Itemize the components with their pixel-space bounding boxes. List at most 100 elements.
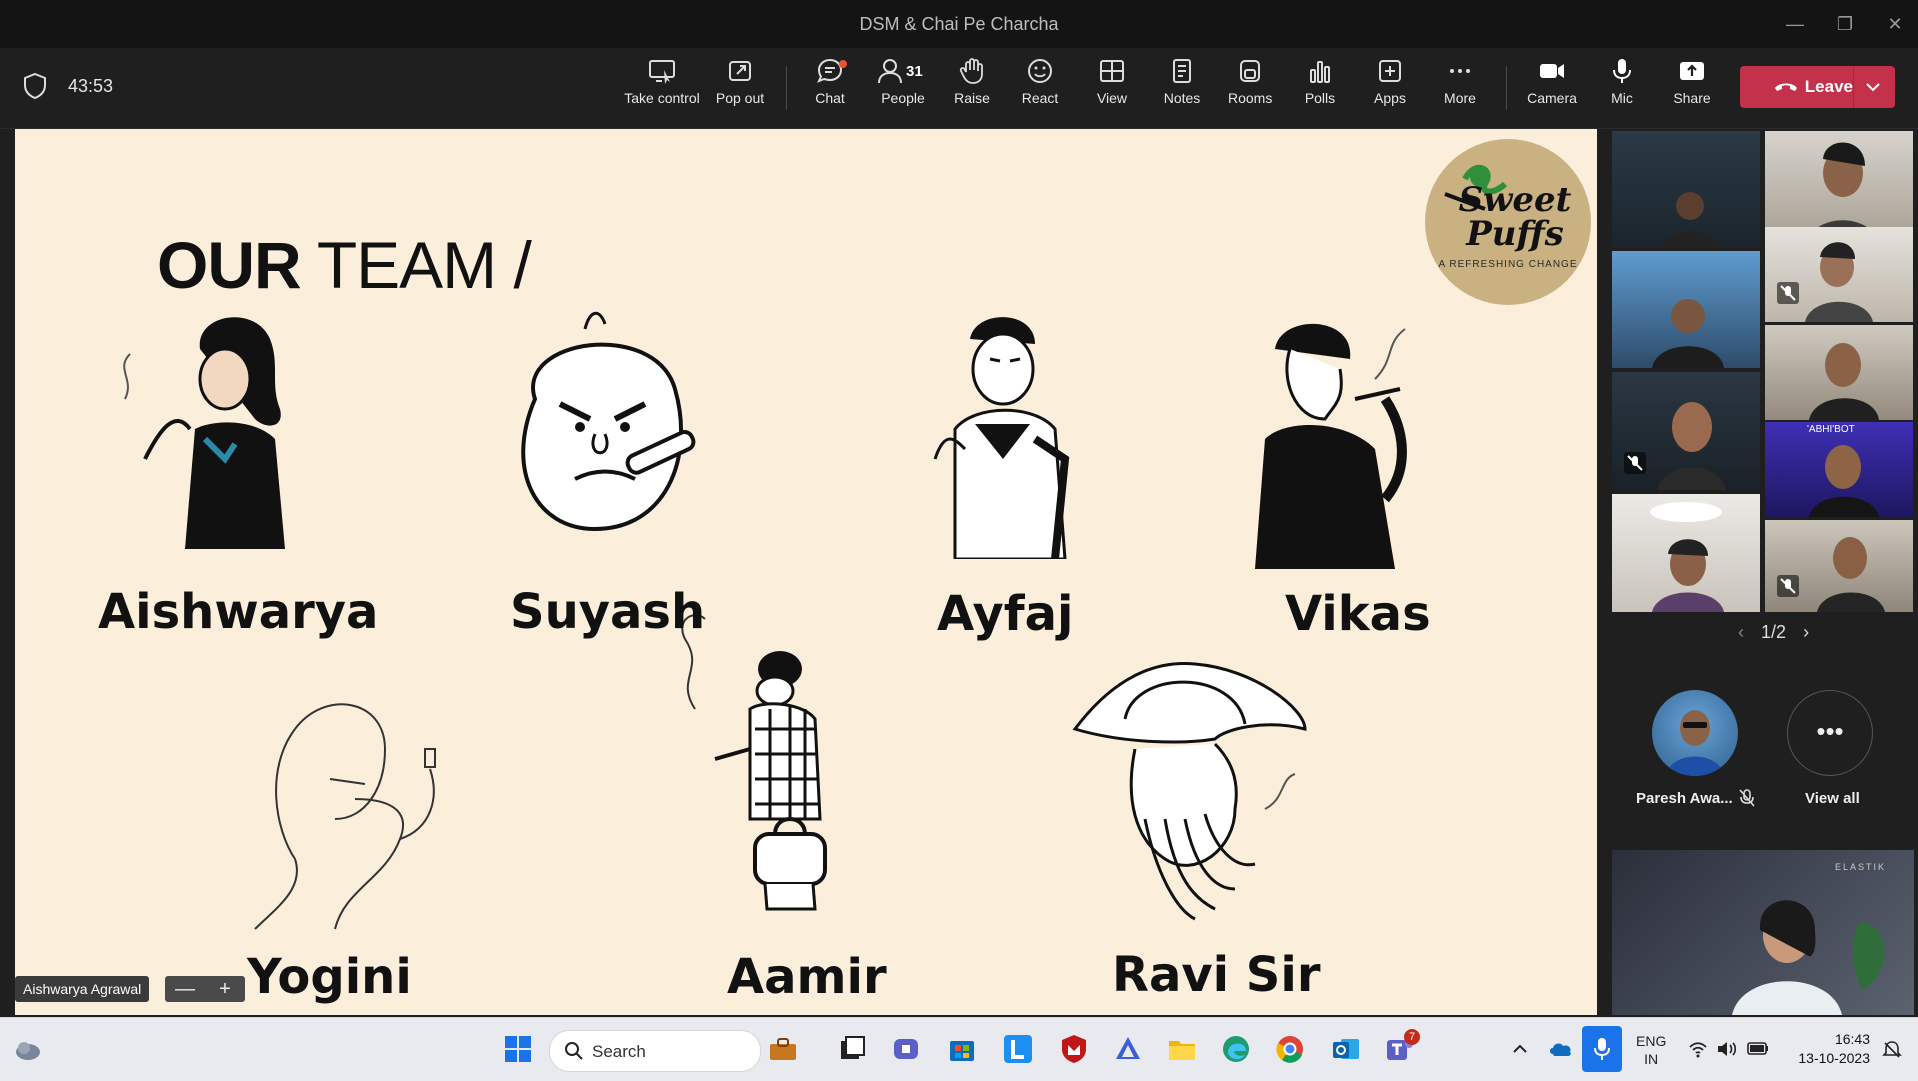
- mic-label: Mic: [1611, 90, 1633, 106]
- weather-icon[interactable]: [14, 1038, 42, 1062]
- polls-icon: [1310, 61, 1330, 83]
- next-page-chevron-icon[interactable]: ›: [1803, 622, 1809, 642]
- teams-app-icon[interactable]: 7: [1384, 1029, 1420, 1069]
- mic-off-icon: [1624, 452, 1646, 474]
- take-control-button[interactable]: Take control: [622, 56, 702, 122]
- gallery-page-indicator: 1/2: [1761, 622, 1787, 642]
- active-mic-indicator[interactable]: [1582, 1026, 1622, 1072]
- self-view-video[interactable]: ELASTIK: [1612, 850, 1914, 1015]
- edge-browser-icon[interactable]: [1220, 1033, 1252, 1065]
- react-label: React: [1021, 90, 1059, 106]
- camera-button[interactable]: Camera: [1526, 56, 1578, 122]
- more-dots-icon: [1450, 69, 1470, 73]
- outlook-icon[interactable]: [1330, 1033, 1362, 1065]
- smiley-icon: [1028, 59, 1052, 83]
- logo-tagline: A REFRESHING CHANGE: [1438, 259, 1578, 270]
- share-button[interactable]: Share: [1670, 56, 1714, 122]
- participant-video-tile[interactable]: 'ABHI'BOT: [1765, 422, 1913, 517]
- participant-silhouette: [1809, 445, 1879, 517]
- people-button[interactable]: 31 People: [874, 56, 932, 122]
- leave-button[interactable]: Leave: [1740, 66, 1895, 108]
- task-view-icon[interactable]: [836, 1033, 868, 1065]
- participant-video-tile[interactable]: [1612, 131, 1760, 248]
- notes-button[interactable]: Notes: [1160, 56, 1204, 122]
- mcafee-shield-icon[interactable]: [1058, 1033, 1090, 1065]
- apps-button[interactable]: Apps: [1368, 56, 1412, 122]
- view-button[interactable]: View: [1090, 56, 1134, 122]
- polls-button[interactable]: Polls: [1298, 56, 1342, 122]
- pop-out-label: Pop out: [715, 90, 765, 106]
- wifi-icon[interactable]: [1688, 1040, 1708, 1058]
- meeting-timer: 43:53: [68, 76, 114, 96]
- notes-icon: [1173, 59, 1191, 83]
- view-all-button[interactable]: •••: [1787, 690, 1873, 776]
- chevron-up-icon[interactable]: [1512, 1042, 1528, 1056]
- window-title: DSM & Chai Pe Charcha: [859, 14, 1059, 34]
- team-member-name: Aishwarya: [98, 584, 379, 640]
- rooms-button[interactable]: Rooms: [1228, 56, 1272, 122]
- search-placeholder: Search: [592, 1042, 646, 1061]
- participant-video-tile[interactable]: [1765, 325, 1913, 420]
- triangle-app-icon[interactable]: [1112, 1033, 1144, 1065]
- chevron-down-icon[interactable]: [1864, 78, 1882, 96]
- avatar-silhouette: [1666, 710, 1724, 776]
- teams-meet-icon[interactable]: [890, 1033, 922, 1065]
- camera-label: Camera: [1527, 90, 1577, 106]
- pop-out-button[interactable]: Pop out: [712, 56, 768, 122]
- featured-participant-name: Paresh Awa...: [1636, 790, 1733, 807]
- shared-screen: OUR TEAM / Sweet Puffs A REFRESHING CHAN…: [15, 129, 1597, 1015]
- participant-video-tile[interactable]: [1612, 251, 1760, 368]
- shield-icon[interactable]: [22, 72, 48, 100]
- l-app-icon[interactable]: [1002, 1033, 1034, 1065]
- more-button[interactable]: More: [1438, 56, 1482, 122]
- microphone-icon: [1594, 1038, 1610, 1060]
- featured-participant-avatar[interactable]: [1652, 690, 1738, 776]
- zoom-control: — +: [165, 976, 245, 1002]
- restore-button[interactable]: ❐: [1825, 10, 1865, 38]
- participant-silhouette: [1652, 299, 1724, 368]
- polls-label: Polls: [1304, 90, 1336, 106]
- leave-main[interactable]: Leave: [1740, 66, 1853, 108]
- language-indicator[interactable]: ENG IN: [1636, 1032, 1666, 1068]
- previous-page-chevron-icon[interactable]: ‹: [1738, 622, 1744, 642]
- close-button[interactable]: ✕: [1875, 10, 1915, 38]
- react-button[interactable]: React: [1018, 56, 1062, 122]
- notification-bell-icon[interactable]: [1882, 1040, 1902, 1060]
- take-control-label: Take control: [624, 90, 700, 106]
- mic-button[interactable]: Mic: [1602, 56, 1642, 122]
- store-icon[interactable]: [946, 1033, 978, 1065]
- slide-title: OUR TEAM /: [157, 227, 532, 303]
- team-member-name: Ravi Sir: [1112, 947, 1321, 1003]
- woman-smoking-illustration: [123, 317, 285, 549]
- chat-label: Chat: [815, 90, 845, 106]
- onedrive-icon[interactable]: [1548, 1038, 1574, 1058]
- chrome-browser-icon[interactable]: [1274, 1033, 1306, 1065]
- share-screen-icon: [1680, 62, 1704, 80]
- file-explorer-icon[interactable]: [1166, 1033, 1198, 1065]
- toolbar-separator: [1506, 66, 1507, 110]
- apps-label: Apps: [1374, 90, 1406, 106]
- toolbar-separator: [786, 66, 787, 110]
- zoom-in-button[interactable]: +: [205, 976, 245, 1002]
- chat-button[interactable]: Chat: [808, 56, 852, 122]
- mic-off-icon: [1739, 789, 1755, 807]
- selfview-silhouette: [1732, 900, 1885, 1015]
- rooms-icon: [1240, 60, 1260, 82]
- raise-hand-button[interactable]: Raise: [950, 56, 994, 122]
- system-clock[interactable]: 16:43 13-10-2023: [1790, 1030, 1870, 1068]
- participant-silhouette: [1662, 192, 1718, 248]
- volume-icon[interactable]: [1716, 1040, 1738, 1058]
- zoom-out-button[interactable]: —: [165, 976, 205, 1002]
- participant-video-tile[interactable]: [1612, 372, 1760, 490]
- more-dots-icon: •••: [1816, 716, 1844, 746]
- taskbar-search[interactable]: Search: [549, 1030, 796, 1072]
- battery-icon[interactable]: [1746, 1040, 1770, 1056]
- minimize-button[interactable]: —: [1775, 10, 1815, 38]
- windows-start-icon[interactable]: [502, 1033, 534, 1065]
- more-label: More: [1444, 90, 1476, 106]
- participant-video-tile[interactable]: [1765, 227, 1913, 322]
- participant-video-tile[interactable]: [1612, 494, 1760, 612]
- participant-silhouette: [1817, 537, 1885, 612]
- participant-video-tile[interactable]: [1765, 520, 1913, 612]
- gallery-pager: ‹ 1/2 ›: [1738, 622, 1809, 643]
